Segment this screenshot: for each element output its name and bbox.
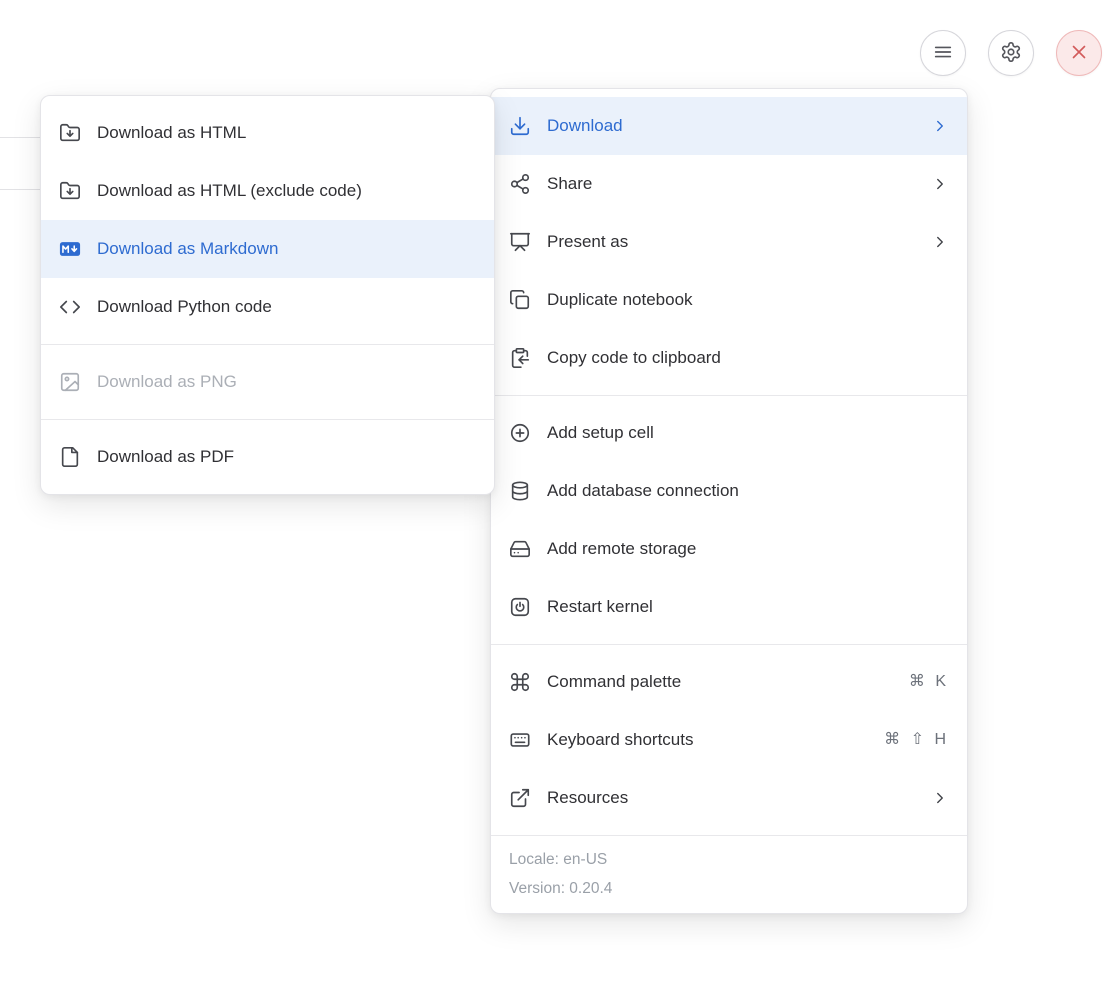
notebook-actions-menu: Download Share Present as Duplicate note… (490, 88, 968, 914)
shortcut-label: ⌘ K (909, 670, 949, 694)
menu-item-download-as-png: Download as PNG (41, 353, 494, 411)
toolbar (920, 30, 1102, 76)
locale-text: Locale: en-US (509, 848, 949, 872)
hamburger-icon (932, 41, 954, 66)
menu-item-label: Download as Markdown (97, 237, 476, 261)
menu-item-label: Share (547, 172, 915, 196)
chevron-right-icon (931, 233, 949, 251)
menu-item-label: Copy code to clipboard (547, 346, 949, 370)
page-edge-lines (0, 137, 40, 190)
menu-item-label: Present as (547, 230, 915, 254)
menu-group-3: Command palette ⌘ K Keyboard shortcuts ⌘… (491, 644, 967, 835)
clipboard-copy-icon (509, 347, 531, 369)
menu-item-label: Restart kernel (547, 595, 949, 619)
menu-item-download-as-html-exclude-code[interactable]: Download as HTML (exclude code) (41, 162, 494, 220)
menu-item-add-setup-cell[interactable]: Add setup cell (491, 404, 967, 462)
image-icon (59, 371, 81, 393)
submenu-group-2: Download as PNG (41, 344, 494, 419)
menu-item-label: Download as HTML (97, 121, 476, 145)
menu-item-resources[interactable]: Resources (491, 769, 967, 827)
download-submenu: Download as HTML Download as HTML (exclu… (40, 95, 495, 495)
command-icon (509, 671, 531, 693)
share-icon (509, 173, 531, 195)
menu-item-command-palette[interactable]: Command palette ⌘ K (491, 653, 967, 711)
menu-item-restart-kernel[interactable]: Restart kernel (491, 578, 967, 636)
chevron-right-icon (931, 175, 949, 193)
menu-item-label: Download as PDF (97, 445, 476, 469)
submenu-group-1: Download as HTML Download as HTML (exclu… (41, 96, 494, 344)
menu-item-present-as[interactable]: Present as (491, 213, 967, 271)
menu-button[interactable] (920, 30, 966, 76)
chevron-right-icon (931, 117, 949, 135)
menu-item-keyboard-shortcuts[interactable]: Keyboard shortcuts ⌘ ⇧ H (491, 711, 967, 769)
gear-icon (1000, 41, 1022, 66)
markdown-icon (59, 238, 81, 260)
menu-item-label: Duplicate notebook (547, 288, 949, 312)
duplicate-icon (509, 289, 531, 311)
menu-item-label: Download as HTML (exclude code) (97, 179, 476, 203)
close-button[interactable] (1056, 30, 1102, 76)
menu-item-label: Download (547, 114, 915, 138)
menu-item-label: Command palette (547, 670, 893, 694)
menu-group-1: Download Share Present as Duplicate note… (491, 89, 967, 395)
menu-item-label: Download Python code (97, 295, 476, 319)
menu-item-download-as-html[interactable]: Download as HTML (41, 104, 494, 162)
menu-item-add-remote-storage[interactable]: Add remote storage (491, 520, 967, 578)
chevron-right-icon (931, 789, 949, 807)
menu-group-2: Add setup cell Add database connection A… (491, 395, 967, 644)
menu-item-label: Add setup cell (547, 421, 949, 445)
menu-item-share[interactable]: Share (491, 155, 967, 213)
folder-download-icon (59, 180, 81, 202)
menu-item-download[interactable]: Download (491, 97, 967, 155)
submenu-group-3: Download as PDF (41, 419, 494, 494)
menu-footer: Locale: en-US Version: 0.20.4 (491, 835, 967, 913)
menu-item-copy-code-to-clipboard[interactable]: Copy code to clipboard (491, 329, 967, 387)
database-icon (509, 480, 531, 502)
shortcut-label: ⌘ ⇧ H (884, 728, 949, 752)
presentation-icon (509, 231, 531, 253)
version-text: Version: 0.20.4 (509, 877, 949, 901)
menu-item-download-as-pdf[interactable]: Download as PDF (41, 428, 494, 486)
plus-circle-icon (509, 422, 531, 444)
power-icon (509, 596, 531, 618)
menu-item-download-as-markdown[interactable]: Download as Markdown (41, 220, 494, 278)
menu-item-label: Download as PNG (97, 370, 476, 394)
menu-item-download-python-code[interactable]: Download Python code (41, 278, 494, 336)
folder-download-icon (59, 122, 81, 144)
keyboard-icon (509, 729, 531, 751)
file-icon (59, 446, 81, 468)
menu-item-add-database-connection[interactable]: Add database connection (491, 462, 967, 520)
menu-item-label: Keyboard shortcuts (547, 728, 868, 752)
download-icon (509, 115, 531, 137)
menu-item-label: Resources (547, 786, 915, 810)
code-icon (59, 296, 81, 318)
menu-item-label: Add database connection (547, 479, 949, 503)
hard-drive-icon (509, 538, 531, 560)
menu-item-label: Add remote storage (547, 537, 949, 561)
menu-item-duplicate-notebook[interactable]: Duplicate notebook (491, 271, 967, 329)
close-icon (1068, 41, 1090, 66)
external-link-icon (509, 787, 531, 809)
settings-button[interactable] (988, 30, 1034, 76)
